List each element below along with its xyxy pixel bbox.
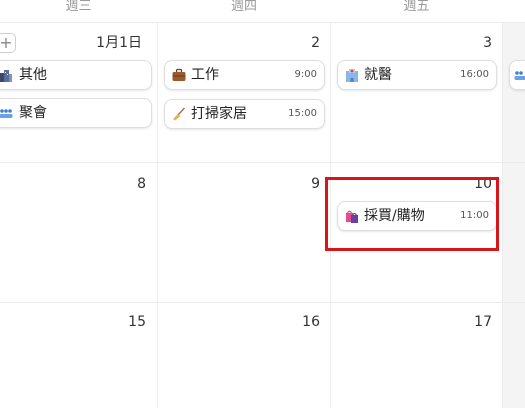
weekday-fri: 週五 — [403, 0, 430, 14]
weekday-header: 週三 週四 週五 — [0, 0, 525, 23]
event-time: 16:00 — [460, 69, 489, 80]
event-weekend-partial[interactable] — [509, 60, 525, 90]
row-divider — [0, 162, 525, 163]
event-title: 打掃家居 — [191, 106, 247, 122]
day-cell-8[interactable]: 8 — [106, 175, 146, 193]
weekday-thu: 週四 — [230, 0, 257, 14]
day-cell-9[interactable]: 9 — [280, 175, 320, 193]
day-cell-3[interactable]: 3 — [452, 34, 492, 52]
day-cell-2[interactable]: 2 — [280, 34, 320, 52]
people-icon — [514, 71, 525, 80]
event-medical[interactable]: 就醫 16:00 — [337, 60, 497, 90]
add-event-button[interactable]: + — [0, 33, 16, 53]
event-title: 就醫 — [364, 67, 392, 83]
event-gathering[interactable]: 聚會 — [0, 98, 152, 128]
selection-highlight — [325, 177, 499, 251]
event-other[interactable]: 其他 — [0, 60, 152, 90]
event-title: 工作 — [191, 67, 219, 83]
event-title: 其他 — [19, 67, 47, 83]
event-work[interactable]: 工作 9:00 — [164, 60, 325, 90]
event-time: 9:00 — [294, 69, 317, 80]
event-time: 15:00 — [288, 108, 317, 119]
column-divider — [157, 23, 158, 408]
day-cell-17[interactable]: 17 — [452, 313, 492, 331]
day-cell-16[interactable]: 16 — [280, 313, 320, 331]
city-icon — [0, 70, 12, 82]
weekday-wed: 週三 — [65, 0, 92, 14]
row-divider — [0, 302, 525, 303]
column-divider — [502, 23, 503, 408]
event-cleaning[interactable]: 打掃家居 15:00 — [164, 99, 325, 129]
hospital-icon — [346, 69, 358, 82]
people-icon — [0, 109, 13, 118]
broom-icon — [173, 107, 186, 121]
briefcase-icon — [172, 68, 186, 81]
day-cell-15[interactable]: 15 — [106, 313, 146, 331]
event-title: 聚會 — [19, 105, 47, 121]
day-cell-jan-1[interactable]: 1月1日 — [80, 34, 142, 52]
